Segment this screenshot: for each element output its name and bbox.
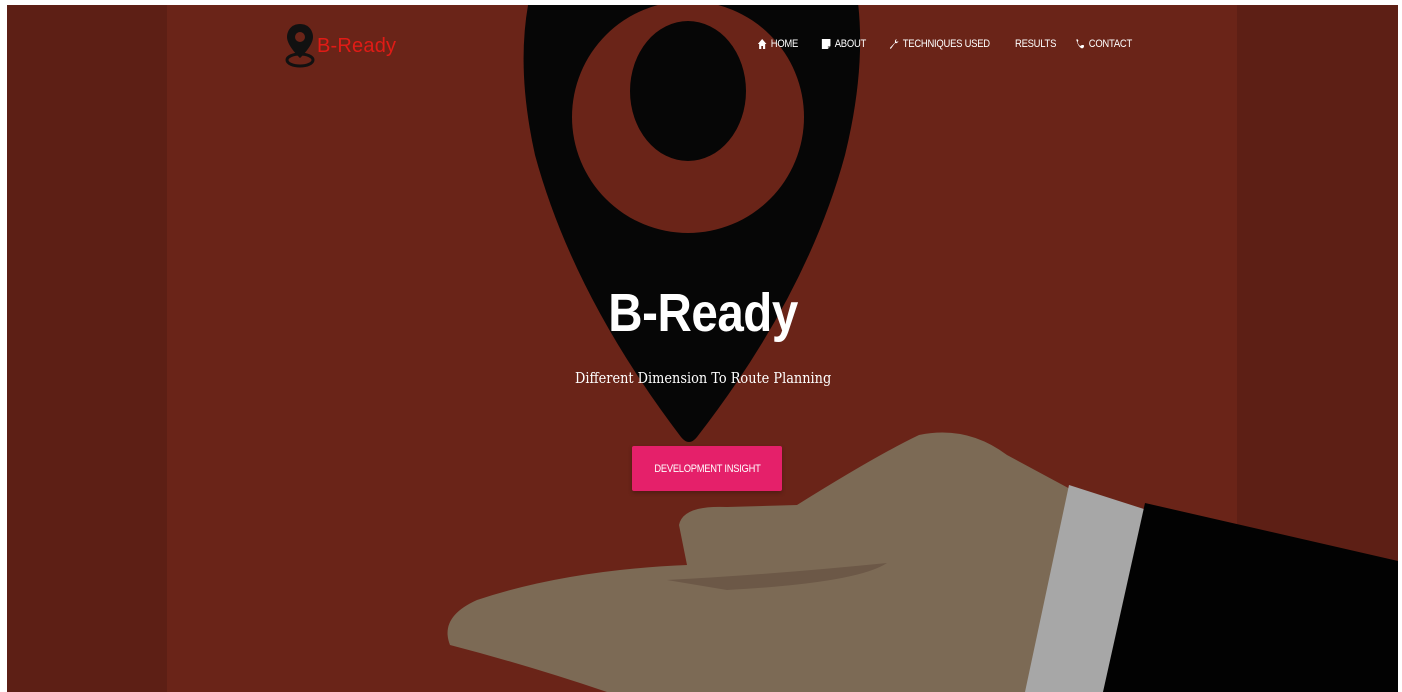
nav-label-contact: CONTACT [1088,38,1132,50]
hero-title: B-Ready [608,283,798,343]
document-icon [821,38,831,50]
brand-name: B-Ready [317,34,397,57]
development-insight-button[interactable]: DEVELOPMENT INSIGHT [632,446,782,491]
nav-menu: HOME ABOUT TECHNIQUES USED RESULTS CONTA… [757,38,1135,50]
nav-item-about[interactable]: ABOUT [821,38,866,50]
map-pin-icon [285,24,315,68]
nav-label-home: HOME [770,38,799,50]
cta-label: DEVELOPMENT INSIGHT [653,462,761,475]
nav-label-results: RESULTS [1015,38,1057,50]
nav-label-about: ABOUT [834,38,867,50]
hero-subtitle: Different Dimension To Route Planning [575,369,832,387]
navbar: B-Ready HOME ABOUT TECHNIQUES USED RESUL… [7,5,1398,90]
phone-icon [1075,38,1085,50]
hero-section: B-Ready HOME ABOUT TECHNIQUES USED RESUL… [7,5,1398,692]
nav-item-techniques[interactable]: TECHNIQUES USED [889,38,990,50]
nav-item-contact[interactable]: CONTACT [1075,38,1132,50]
nav-label-techniques: TECHNIQUES USED [902,38,990,50]
home-icon [757,38,767,50]
brand-logo-link[interactable]: B-Ready [285,22,396,68]
hero-illustration [7,5,1398,692]
nav-item-home[interactable]: HOME [757,38,798,50]
nav-item-results[interactable]: RESULTS [1015,38,1057,50]
wrench-icon [889,38,899,50]
